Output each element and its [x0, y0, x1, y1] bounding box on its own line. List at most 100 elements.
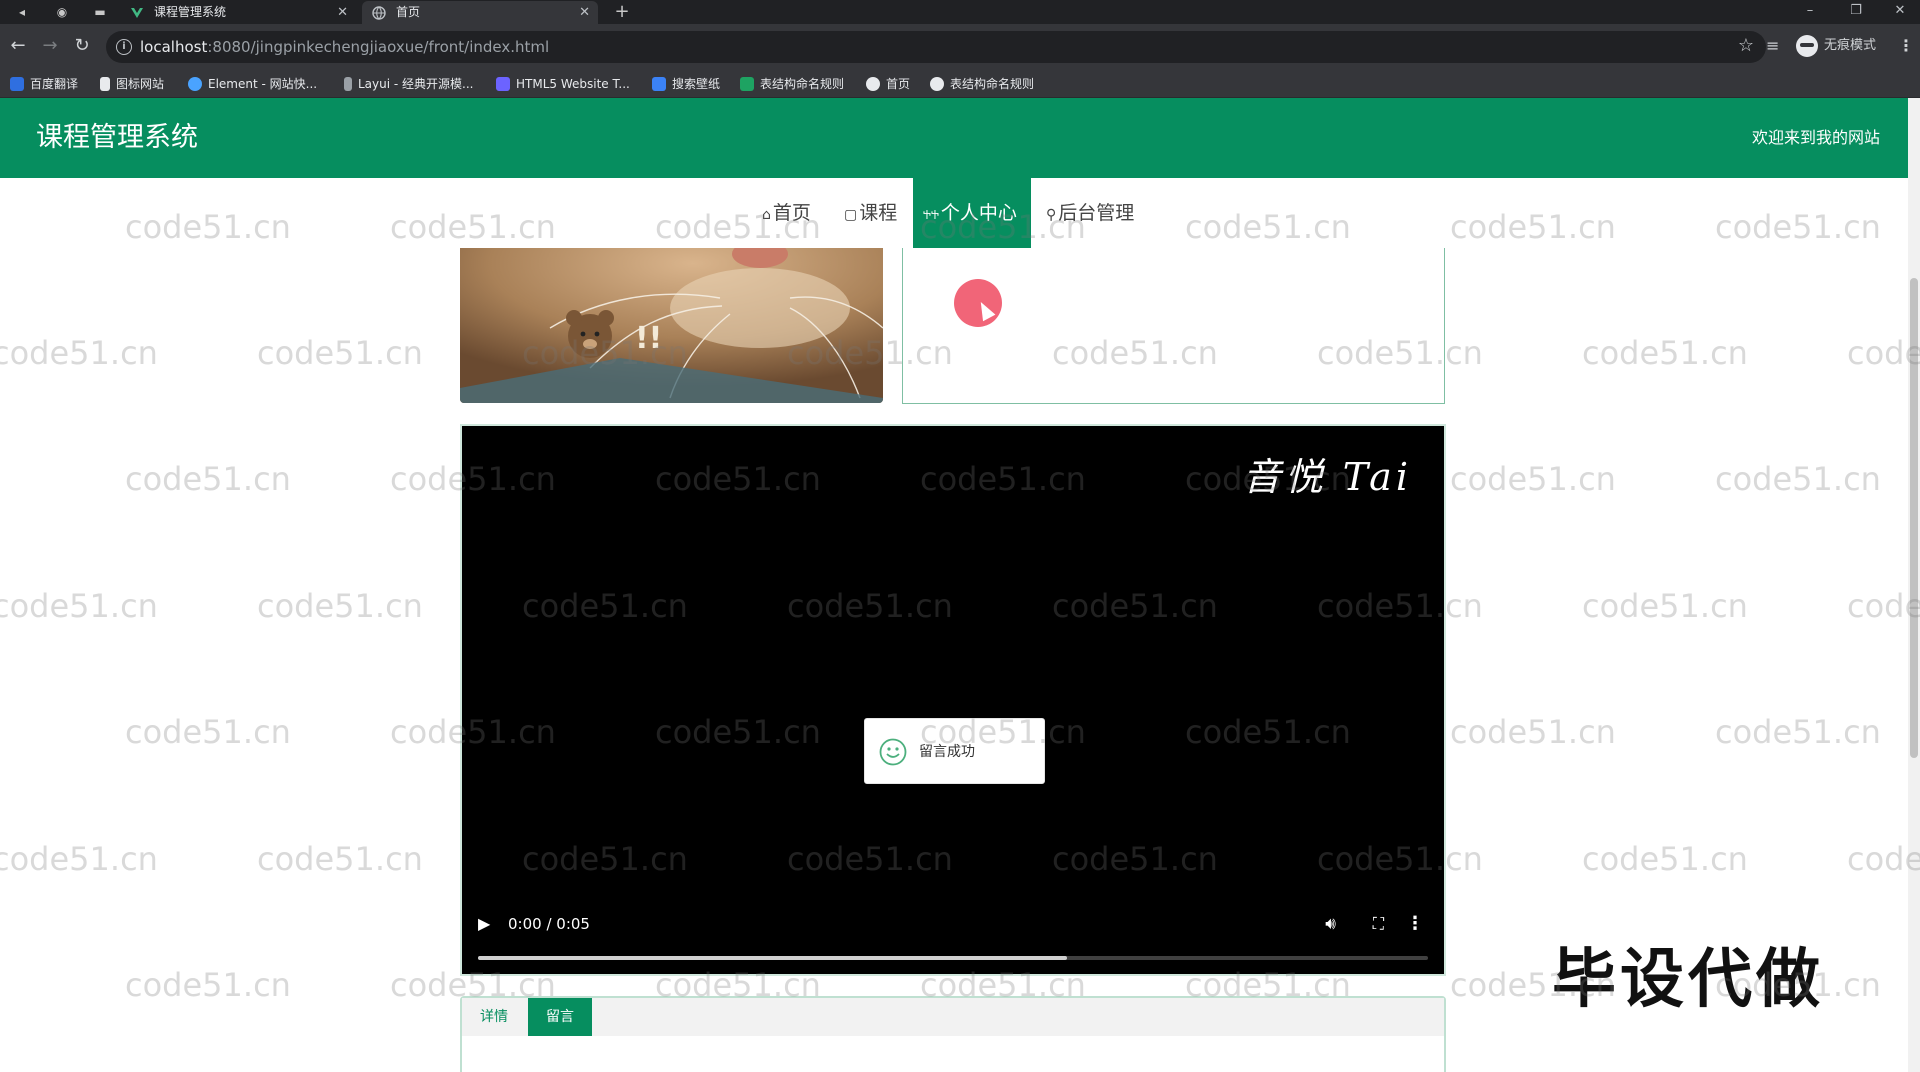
nav-label: 课程	[859, 202, 898, 224]
tab-search-icon[interactable]: ▬	[86, 0, 114, 24]
success-toast: 留言成功	[864, 718, 1045, 784]
video-progress-bar[interactable]	[478, 956, 1428, 960]
flag-icon	[100, 76, 110, 91]
more-options-icon[interactable]: ⋮	[1406, 904, 1424, 944]
bookmark-label: 搜索壁纸	[672, 77, 721, 91]
bookmark-item[interactable]: HTML5 Website T...	[496, 70, 630, 98]
browser-tab-title: 课程管理系统	[154, 5, 227, 19]
watermark-text: code51.cn	[257, 587, 423, 625]
toast-message: 留言成功	[919, 744, 975, 760]
promo-overlay-text: 毕设代做	[1552, 943, 1824, 1017]
detail-tab-bar: 详情 留言	[462, 998, 1444, 1036]
html5-icon	[496, 76, 510, 91]
watermark-text: code51.cn	[1450, 713, 1616, 751]
reload-icon[interactable]: ↻	[68, 32, 96, 60]
watermark-text: code51.cn	[125, 460, 291, 498]
watermark-text: code51.cn	[1715, 460, 1881, 498]
bookmark-item[interactable]: Element - 网站快...	[188, 70, 317, 98]
video-player[interactable]: 音悦 Tai 留言成功 ▶ 0:00 / 0:05 🔊︎ ⛶ ⋮	[460, 424, 1446, 976]
user-icon: ႵႵ	[923, 209, 939, 222]
bookmark-star-icon[interactable]: ☆	[1738, 35, 1754, 56]
play-icon[interactable]: ▶	[478, 904, 490, 944]
site-header: 课程管理系统 欢迎来到我的网站	[0, 98, 1908, 178]
bookmark-item[interactable]: 图标网站	[100, 70, 164, 98]
back-arrow-icon[interactable]: ←	[4, 32, 32, 60]
bookmark-item[interactable]: 首页	[866, 70, 910, 98]
site-info-icon[interactable]: i	[116, 39, 132, 55]
incognito-indicator[interactable]: 无痕模式	[1796, 32, 1876, 60]
link-icon: ⚲	[1046, 207, 1057, 223]
bookmark-label: 百度翻译	[30, 77, 79, 91]
layui-icon	[344, 76, 352, 91]
watermark-text: code51.cn	[1715, 713, 1881, 751]
course-thumbnail[interactable]: !!	[460, 248, 883, 403]
restore-icon[interactable]: ❐	[1834, 0, 1878, 24]
globe-icon	[866, 76, 880, 91]
close-window-icon[interactable]: ✕	[1878, 0, 1920, 24]
nav-item-course[interactable]: ▢ 课程	[834, 178, 907, 248]
bookmark-label: Layui - 经典开源模...	[358, 77, 474, 91]
bookmark-label: 图标网站	[116, 77, 165, 91]
volume-icon[interactable]: 🔊︎	[1325, 904, 1336, 944]
browser-tab-course-system[interactable]: 课程管理系统 ✕	[120, 1, 356, 24]
element-icon	[188, 76, 202, 91]
tab-detail[interactable]: 详情	[462, 998, 526, 1036]
nav-label: 首页	[772, 202, 811, 224]
sheet-icon	[740, 76, 754, 91]
nav-item-profile[interactable]: ႵႵ 个人中心	[913, 178, 1031, 248]
forward-arrow-icon[interactable]: →	[36, 32, 64, 60]
bookmark-item[interactable]: 百度翻译	[10, 70, 78, 98]
scrollbar-thumb[interactable]	[1910, 278, 1918, 758]
bookmark-item[interactable]: Layui - 经典开源模...	[344, 70, 473, 98]
page-scrollbar[interactable]	[1908, 98, 1920, 1072]
watermark-text: code51.cn	[125, 966, 291, 1004]
video-signature: 音悦 Tai	[1242, 455, 1412, 499]
nav-label: 后台管理	[1058, 202, 1135, 224]
browser-toolbar: ← → ↻ i localhost:8080/jingpinkechengjia…	[0, 24, 1920, 70]
watermark-text: code51.cn	[1582, 840, 1748, 878]
vue-icon	[131, 8, 143, 18]
globe-icon	[930, 76, 944, 91]
url-host: localhost	[140, 38, 208, 56]
video-time: 0:00 / 0:05	[508, 915, 590, 933]
nav-item-admin[interactable]: ⚲ 后台管理	[1036, 178, 1144, 248]
close-tab-icon[interactable]: ✕	[337, 1, 348, 24]
bookmark-item[interactable]: 表结构命名规则	[740, 70, 844, 98]
cat-photo: !!	[460, 248, 883, 403]
wallpaper-icon	[652, 76, 666, 91]
watermark-text: code51.cn	[1450, 460, 1616, 498]
globe-icon	[372, 6, 386, 20]
address-url[interactable]: localhost:8080/jingpinkechengjiaoxue/fro…	[140, 31, 549, 63]
new-tab-button[interactable]: +	[608, 0, 636, 24]
close-tab-icon[interactable]: ✕	[579, 1, 590, 24]
page-viewport: 课程管理系统 欢迎来到我的网站 ⌂首页 ▢课程 ႵႵ个人中心 ⚲后台管理	[0, 98, 1920, 1072]
bookmark-label: HTML5 Website T...	[516, 77, 630, 91]
browser-tab-home[interactable]: 首页 ✕	[362, 1, 598, 24]
main-nav: ⌂ 首页 ▢ 课程 ႵႵ 个人中心 ⚲ 后台管理	[0, 178, 1908, 248]
watermark-text: code51.cn	[0, 334, 158, 372]
home-icon: ⌂	[762, 207, 771, 223]
address-bar[interactable]: i localhost:8080/jingpinkechengjiaoxue/f…	[106, 31, 1766, 63]
tab-audio-icon[interactable]: ◂	[8, 0, 36, 24]
course-detail-box: 详情 留言	[460, 996, 1446, 1072]
watermark-text: code51.cn	[125, 713, 291, 751]
translate-icon	[10, 76, 24, 91]
bookmark-item[interactable]: 搜索壁纸	[652, 70, 720, 98]
bookmark-item[interactable]: 表结构命名规则	[930, 70, 1034, 98]
browser-tab-strip: ◂ ◉ ▬ 课程管理系统 ✕ 首页 ✕ + – ❐ ✕	[0, 0, 1920, 24]
fullscreen-icon[interactable]: ⛶	[1373, 904, 1384, 944]
bookmark-label: 表结构命名规则	[950, 77, 1035, 91]
browser-tab-title: 首页	[396, 5, 421, 19]
url-path: :8080/jingpinkechengjiaoxue/front/index.…	[207, 38, 550, 56]
site-title: 课程管理系统	[36, 122, 198, 153]
minimize-icon[interactable]: –	[1788, 0, 1832, 24]
smile-icon	[879, 738, 907, 766]
reading-list-icon[interactable]: ≡	[1766, 32, 1779, 60]
bookmarks-bar: 百度翻译 图标网站 Element - 网站快... Layui - 经典开源模…	[0, 70, 1920, 98]
watermark-text: code51.cn	[257, 334, 423, 372]
tab-comments[interactable]: 留言	[528, 998, 592, 1036]
globe-icon[interactable]: ◉	[48, 0, 76, 24]
course-icon: ▢	[844, 207, 858, 223]
browser-menu-icon[interactable]: ⋮	[1898, 32, 1914, 60]
nav-item-home[interactable]: ⌂ 首页	[752, 178, 821, 248]
